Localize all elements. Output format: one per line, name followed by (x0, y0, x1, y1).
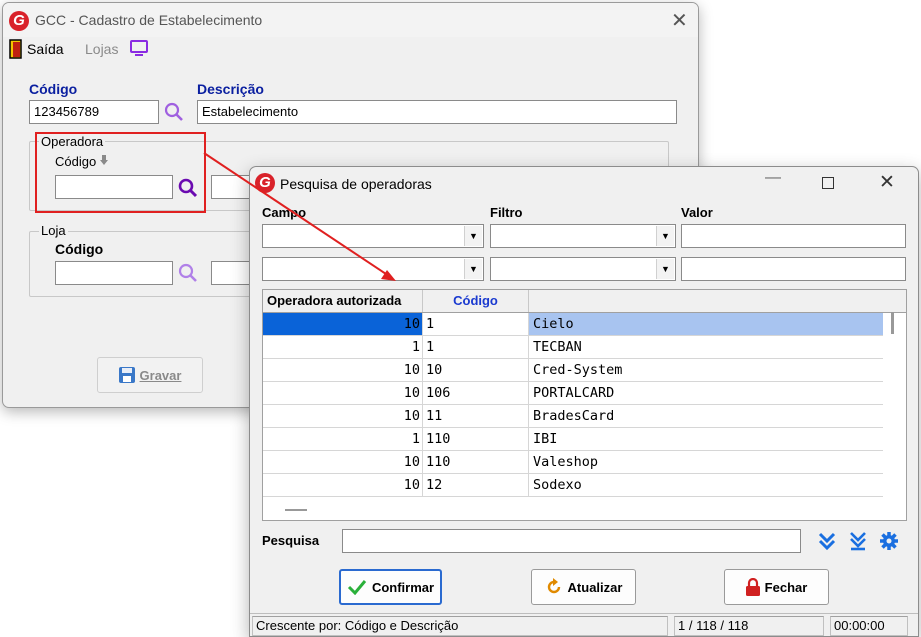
valor-header: Valor (681, 205, 713, 220)
save-label: Gravar (139, 367, 182, 383)
monitor-icon (130, 40, 148, 56)
chevron-double-down-icon[interactable] (817, 531, 837, 551)
cell-nome: Sodexo (533, 477, 582, 493)
cell-autorizada: 10 (263, 382, 423, 404)
cell-autorizada: 10 (263, 313, 423, 335)
cell-nome: Valeshop (533, 454, 599, 470)
descricao-label: Descrição (197, 81, 264, 97)
refresh-button[interactable]: Atualizar (531, 569, 636, 605)
pesquisa-input[interactable] (342, 529, 801, 553)
cell-nome: IBI (533, 431, 558, 447)
close-label: Fechar (764, 579, 808, 595)
col-header-codigo[interactable]: Código (423, 290, 529, 312)
refresh-icon (547, 578, 560, 594)
stores-button[interactable]: Lojas (83, 38, 153, 60)
pesquisa-title: Pesquisa de operadoras (280, 176, 432, 192)
loja-codigo-label: Código (55, 241, 104, 257)
codigo-input[interactable]: 123456789 (29, 100, 159, 124)
cell-codigo: 110 (423, 428, 529, 450)
exit-door-icon (9, 39, 22, 59)
cell-autorizada: 10 (263, 451, 423, 473)
cell-codigo: 11 (423, 405, 529, 427)
table-row[interactable]: 1 1 TECBAN (263, 336, 883, 359)
cell-nome: BradesCard (533, 408, 615, 424)
cell-codigo: 1 (423, 336, 529, 358)
grid-header: Operadora autorizada Código (263, 290, 906, 313)
table-row[interactable]: 10 10 Cred-System (263, 359, 883, 382)
table-row[interactable]: 10 11 BradesCard (263, 405, 883, 428)
minimize-button[interactable]: — (765, 169, 781, 187)
campo-header: Campo (262, 205, 307, 220)
valor-input-1[interactable] (681, 224, 906, 248)
chevron-down-icon: ▼ (656, 226, 674, 246)
lock-icon (745, 578, 760, 596)
exit-button[interactable]: Saída (7, 38, 67, 60)
loja-codigo-input[interactable] (55, 261, 173, 285)
valor-input-2[interactable] (681, 257, 906, 281)
cell-codigo: 110 (423, 451, 529, 473)
gear-icon[interactable] (879, 531, 899, 551)
cell-codigo: 12 (423, 474, 529, 496)
pesquisa-window: G Pesquisa de operadoras — ✕ Campo Filtr… (249, 166, 919, 637)
window-title: GCC - Cadastro de Estabelecimento (35, 12, 263, 28)
gcc-logo-icon: G (9, 11, 29, 31)
status-sort: Crescente por: Código e Descrição (252, 616, 668, 636)
cell-nome: TECBAN (533, 339, 582, 355)
loja-search-icon[interactable] (177, 262, 199, 284)
table-row[interactable]: 10 110 Valeshop (263, 451, 883, 474)
col-header-autorizada[interactable]: Operadora autorizada (263, 290, 423, 312)
save-button[interactable]: Gravar (97, 357, 203, 393)
cell-autorizada: 1 (263, 336, 423, 358)
cell-codigo: 10 (423, 359, 529, 381)
table-row[interactable]: 10 12 Sodexo (263, 474, 883, 497)
filtro-select-1[interactable]: ▼ (490, 224, 676, 248)
status-count: 1 / 118 / 118 (674, 616, 824, 636)
table-row[interactable]: 10 1 Cielo (263, 313, 883, 336)
close-button[interactable]: Fechar (724, 569, 829, 605)
cell-autorizada: 10 (263, 474, 423, 496)
campo-select-1[interactable]: ▼ (262, 224, 484, 248)
table-row[interactable]: 10 106 PORTALCARD (263, 382, 883, 405)
filtro-select-2[interactable]: ▼ (490, 257, 676, 281)
chevron-down-icon: ▼ (464, 259, 482, 279)
cell-autorizada: 10 (263, 405, 423, 427)
scroll-to-end-icon[interactable] (848, 531, 868, 551)
floppy-disk-icon (118, 367, 135, 383)
close-pesquisa-button[interactable]: ✕ (879, 171, 895, 194)
codigo-label: Código (29, 81, 78, 97)
maximize-button[interactable] (822, 177, 834, 189)
refresh-label: Atualizar (567, 579, 623, 595)
operadoras-grid[interactable]: Operadora autorizada Código 10 1 Cielo 1 1 TE… (262, 289, 907, 521)
table-row[interactable]: 1 110 IBI (263, 428, 883, 451)
cell-nome: Cielo (529, 313, 883, 335)
status-time: 00:00:00 (830, 616, 908, 636)
gcc-logo-icon-2: G (255, 173, 275, 193)
highlight-box (35, 132, 206, 213)
check-icon (347, 580, 367, 595)
chevron-down-icon: ▼ (464, 226, 482, 246)
grid-rows: 10 1 Cielo 1 1 TECBAN 10 10 Cred-System 10 106 PORT… (263, 313, 883, 497)
cell-nome: PORTALCARD (533, 385, 615, 401)
descricao-input[interactable]: Estabelecimento (197, 100, 677, 124)
search-icon[interactable] (163, 101, 185, 123)
close-window-button[interactable]: ✕ (671, 8, 688, 33)
col-header-descricao[interactable] (529, 290, 883, 312)
chevron-down-icon: ▼ (656, 259, 674, 279)
stores-label: Lojas (85, 41, 119, 57)
cell-autorizada: 1 (263, 428, 423, 450)
confirm-button[interactable]: Confirmar (339, 569, 442, 605)
cell-autorizada: 10 (263, 359, 423, 381)
horizontal-scrollbar[interactable] (285, 509, 307, 511)
status-bar: Crescente por: Código e Descrição 1 / 11… (250, 613, 918, 636)
exit-label: Saída (27, 41, 64, 57)
cell-nome: Cred-System (533, 362, 623, 378)
vertical-scrollbar[interactable] (891, 312, 894, 334)
cell-codigo: 1 (423, 313, 529, 335)
filtro-header: Filtro (490, 205, 523, 220)
cell-codigo: 106 (423, 382, 529, 404)
pesquisa-label: Pesquisa (262, 533, 320, 548)
confirm-label: Confirmar (371, 579, 435, 595)
campo-select-2[interactable]: ▼ (262, 257, 484, 281)
loja-legend: Loja (39, 223, 68, 238)
